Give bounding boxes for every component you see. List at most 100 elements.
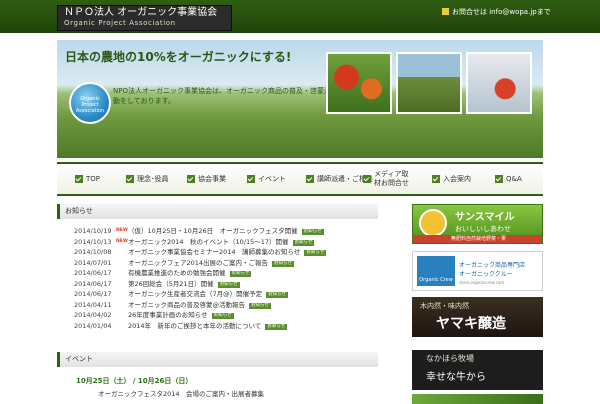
checkmark-icon	[306, 175, 314, 183]
news-date: 2014/04/02	[74, 311, 112, 319]
checkmark-icon	[126, 175, 134, 183]
news-date: 2014/10/19	[74, 227, 112, 235]
news-row[interactable]: 2014/07/01 オーガニックフェア2014出展のご案内・ご報告 お知らせ	[70, 258, 380, 269]
news-title-text: オーガニック商品の普及啓蒙@活動報告	[128, 300, 245, 309]
nav-label: Q&A	[506, 174, 522, 183]
logo-subtitle: Organic Project Association	[64, 19, 176, 27]
site-logo[interactable]: ＮＰＯ法人 オーガニック事業協会 Organic Project Associa…	[57, 5, 232, 31]
news-title[interactable]: オーガニックフェア2014出展のご案内・ご報告 お知らせ	[128, 258, 294, 269]
organic-crew-logo: Organic Crew	[417, 256, 455, 286]
banner-caption: 無肥料自然栽培野菜・果	[413, 235, 542, 243]
news-row[interactable]: 2014/06/17 オーガニック生産者交流会（7月@）開催予定 お知らせ	[70, 289, 380, 300]
category-tag: お知らせ	[211, 313, 234, 319]
news-row[interactable]: 2014/06/17 有機農業推進のための勉強会開催 お知らせ	[70, 268, 380, 279]
news-title-text: 2014年 新年のご挨拶と本年の活動について	[128, 321, 262, 330]
banner-subtitle: なかほら牧場	[426, 354, 474, 363]
news-row[interactable]: 2014/10/13 NEW オーガニック2014 秋のイベント（10/15～1…	[70, 237, 380, 248]
yamaki-banner[interactable]: 木内然・味内然 ヤマキ醸造	[412, 297, 543, 337]
hero-headline: 日本の農地の10%をオーガニックにする!	[65, 50, 292, 64]
news-title[interactable]: 26年度事業計画のお知らせ お知らせ	[128, 310, 234, 321]
category-tag: お知らせ	[249, 302, 271, 309]
category-tag: お知らせ	[266, 292, 289, 298]
nav-item-membership[interactable]: 入会案内	[432, 164, 471, 194]
checkmark-icon	[75, 175, 83, 183]
sun-logo-icon	[419, 209, 447, 237]
nakahora-banner[interactable]: なかほら牧場 幸せな牛から	[412, 350, 543, 390]
nav-item-qa[interactable]: Q&A	[495, 164, 522, 194]
nav-label: メディア取材お問合せ	[374, 170, 409, 187]
organic-crew-banner[interactable]: Organic Crew オーガニック商品専門店 オーガニッククルー store…	[412, 251, 543, 291]
news-date: 2014/04/11	[74, 300, 112, 309]
news-title-text: 第26回総会（5月21日）開催	[128, 279, 214, 288]
partial-banner[interactable]	[412, 394, 543, 404]
contact-info[interactable]: お問合せは info@wopa.jpまで	[442, 7, 551, 17]
contact-text: お問合せは info@wopa.jpまで	[452, 8, 551, 16]
nav-label: イベント	[258, 174, 286, 183]
nav-label: 理念･役員	[137, 174, 169, 183]
news-title-text: オーガニック生産者交流会（7月@）開催予定	[128, 290, 263, 298]
news-title[interactable]: オーガニック事業協会セミナー2014 講師募集のお知らせ お知らせ	[128, 247, 327, 258]
banner-subtitle: おいしいしあわせ	[455, 225, 511, 233]
hero-banner: 日本の農地の10%をオーガニックにする! Organic Project Ass…	[57, 40, 543, 158]
mail-icon	[442, 8, 449, 15]
category-tag: お知らせ	[229, 271, 252, 277]
category-tag: お知らせ	[304, 250, 327, 256]
new-badge: NEW	[116, 228, 128, 233]
sunsmile-banner[interactable]: サンスマイル おいしいしあわせ 無肥料自然栽培野菜・果	[412, 204, 543, 244]
news-date: 2014/07/01	[74, 258, 112, 267]
nav-item-top[interactable]: TOP	[75, 164, 100, 194]
events-heading: イベント	[57, 352, 378, 367]
globe-logo-icon: Organic Project Association	[69, 82, 111, 124]
news-title-text: オーガニック事業協会セミナー2014 講師募集のお知らせ	[128, 248, 301, 256]
news-title[interactable]: オーガニック商品の普及啓蒙@活動報告 お知らせ	[128, 300, 271, 311]
news-date: 2014/01/04	[74, 321, 112, 330]
main-navigation: TOP 理念･役員 協会事業 イベント 講師派遣・ご相談 メディア取材お問合せ …	[57, 162, 543, 196]
vegetables-photo	[326, 52, 392, 114]
farmers-photo	[396, 52, 462, 114]
event-description: オーガニックフェスタ2014 会場のご案内・出展者募集	[98, 390, 265, 398]
new-badge: NEW	[116, 238, 128, 244]
news-title[interactable]: 2014年 新年のご挨拶と本年の活動について お知らせ	[128, 321, 288, 332]
checkmark-icon	[495, 175, 503, 183]
checkmark-icon	[247, 175, 255, 183]
banner-title: サンスマイル	[455, 212, 515, 223]
news-row[interactable]: 2014/10/08 オーガニック事業協会セミナー2014 講師募集のお知らせお…	[70, 247, 380, 258]
news-title-text: 26年度事業計画のお知らせ	[128, 311, 208, 319]
news-title[interactable]: 有機農業推進のための勉強会開催 お知らせ	[128, 268, 252, 279]
news-row[interactable]: 2014/04/11 オーガニック商品の普及啓蒙@活動報告 お知らせ	[70, 300, 380, 311]
news-heading: お知らせ	[57, 204, 378, 219]
event-date-link[interactable]: 10月25日（土） / 10月26日（日）	[76, 376, 192, 386]
news-list: 2014/10/19 NEW （仮）10月25日・10月26日 オーガニックフェ…	[70, 226, 380, 331]
category-tag: お知らせ	[292, 239, 315, 246]
news-date: 2014/10/08	[74, 248, 112, 256]
banner-title: オーガニック商品専門店	[459, 262, 526, 269]
globe-label: Organic Project Association	[75, 96, 105, 114]
news-row[interactable]: 2014/04/02 26年度事業計画のお知らせ お知らせ	[70, 310, 380, 321]
news-title[interactable]: オーガニック生産者交流会（7月@）開催予定 お知らせ	[128, 289, 289, 300]
banner-subtitle: オーガニッククルー	[459, 271, 513, 278]
news-title[interactable]: 第26回総会（5月21日）開催 お知らせ	[128, 279, 240, 290]
news-title[interactable]: オーガニック2014 秋のイベント（10/15～17）開催 お知らせ	[128, 237, 315, 248]
news-date: 2014/10/13	[74, 237, 112, 246]
nav-label: TOP	[86, 174, 101, 183]
checkmark-icon	[187, 175, 195, 183]
banner-title: 幸せな牛から	[426, 372, 486, 383]
nav-label: 入会案内	[443, 174, 471, 183]
news-row[interactable]: 2014/10/19 NEW （仮）10月25日・10月26日 オーガニックフェ…	[70, 226, 380, 237]
news-date: 2014/06/17	[74, 290, 112, 298]
nav-item-media[interactable]: メディア取材お問合せ	[363, 164, 415, 194]
banner-url: store.organiccrew.com	[459, 280, 505, 285]
banner-subtitle: 木内然・味内然	[420, 302, 469, 310]
nav-item-philosophy[interactable]: 理念･役員	[126, 164, 169, 194]
news-title[interactable]: （仮）10月25日・10月26日 オーガニックフェスタ開催 お知らせ	[128, 226, 324, 237]
nav-item-events[interactable]: イベント	[247, 164, 286, 194]
top-header-bar: ＮＰＯ法人 オーガニック事業協会 Organic Project Associa…	[0, 0, 600, 33]
news-row[interactable]: 2014/06/17 第26回総会（5月21日）開催 お知らせ	[70, 279, 380, 290]
nav-label: 協会事業	[198, 174, 226, 183]
news-row[interactable]: 2014/01/04 2014年 新年のご挨拶と本年の活動について お知らせ	[70, 321, 380, 332]
logo-title: ＮＰＯ法人 オーガニック事業協会	[64, 7, 218, 18]
news-title-text: （仮）10月25日・10月26日 オーガニックフェスタ開催	[128, 227, 298, 235]
checkmark-icon	[363, 175, 371, 183]
category-tag: お知らせ	[301, 229, 324, 235]
nav-item-business[interactable]: 協会事業	[187, 164, 226, 194]
